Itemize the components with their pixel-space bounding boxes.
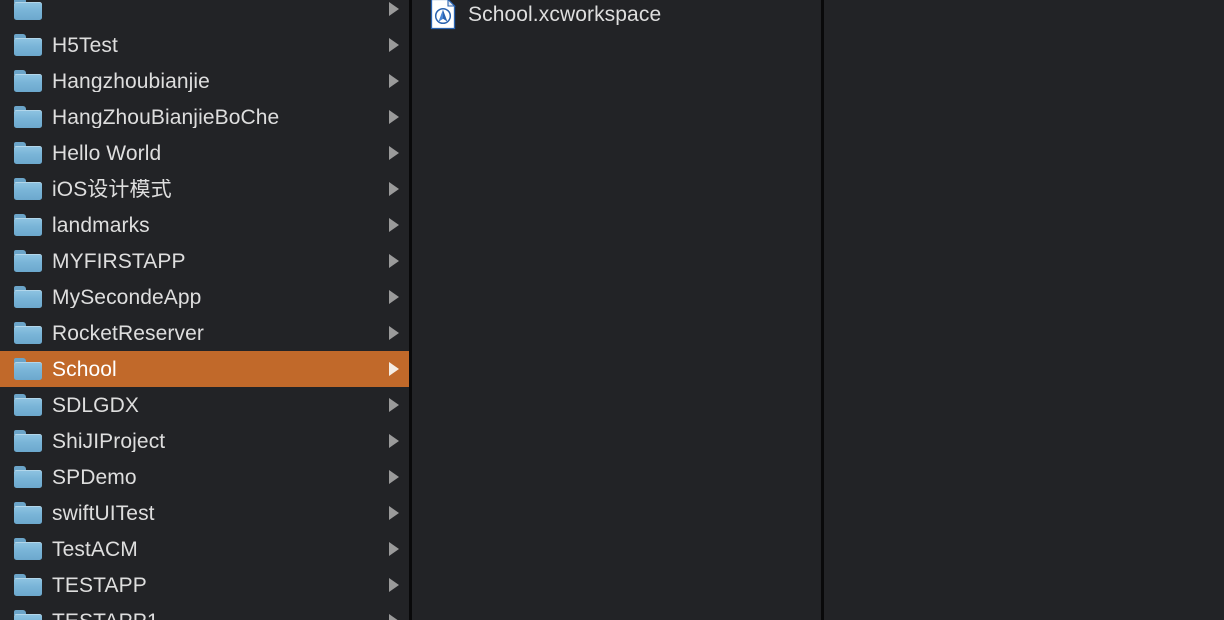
list-item[interactable]: MYFIRSTAPP: [0, 243, 409, 279]
folder-icon: [14, 178, 42, 200]
folder-icon: [14, 106, 42, 128]
list-item[interactable]: iOS设计模式: [0, 171, 409, 207]
chevron-right-icon[interactable]: [389, 434, 399, 448]
folder-icon: [14, 538, 42, 560]
folder-icon: [14, 250, 42, 272]
list-item-label: iOS设计模式: [52, 178, 172, 200]
xcode-workspace-icon: [430, 0, 456, 30]
finder-column-folders[interactable]: H5Test Hangzhoubianjie HangZhouBianjieBo…: [0, 0, 409, 620]
folder-list: H5Test Hangzhoubianjie HangZhouBianjieBo…: [0, 0, 409, 620]
list-item[interactable]: [0, 0, 409, 27]
list-item-label: MySecondeApp: [52, 286, 202, 308]
list-item[interactable]: TestACM: [0, 531, 409, 567]
folder-icon: [14, 322, 42, 344]
list-item-label: HangZhouBianjieBoChe: [52, 106, 280, 128]
list-item-label: H5Test: [52, 34, 118, 56]
finder-column-contents[interactable]: School.xcworkspace: [412, 0, 821, 620]
folder-icon: [14, 610, 42, 620]
list-item-label: School.xcworkspace: [468, 3, 662, 25]
chevron-right-icon[interactable]: [389, 578, 399, 592]
chevron-right-icon[interactable]: [389, 254, 399, 268]
chevron-right-icon[interactable]: [389, 290, 399, 304]
list-item[interactable]: MySecondeApp: [0, 279, 409, 315]
folder-icon: [14, 142, 42, 164]
list-item[interactable]: TESTAPP: [0, 567, 409, 603]
chevron-right-icon[interactable]: [389, 146, 399, 160]
list-item-label: TESTAPP: [52, 574, 147, 596]
chevron-right-icon[interactable]: [389, 362, 399, 376]
chevron-right-icon[interactable]: [389, 470, 399, 484]
folder-icon: [14, 214, 42, 236]
list-item[interactable]: ShiJIProject: [0, 423, 409, 459]
list-item-label: SPDemo: [52, 466, 137, 488]
list-item-label: Hangzhoubianjie: [52, 70, 210, 92]
list-item[interactable]: HangZhouBianjieBoChe: [0, 99, 409, 135]
finder-window: H5Test Hangzhoubianjie HangZhouBianjieBo…: [0, 0, 1224, 620]
chevron-right-icon[interactable]: [389, 2, 399, 16]
list-item[interactable]: School.xcworkspace: [412, 0, 821, 34]
folder-icon: [14, 70, 42, 92]
list-item[interactable]: TESTAPP1: [0, 603, 409, 620]
list-item[interactable]: SDLGDX: [0, 387, 409, 423]
folder-icon: [14, 358, 42, 380]
list-item[interactable]: landmarks: [0, 207, 409, 243]
list-item-label: swiftUITest: [52, 502, 155, 524]
folder-icon: [14, 466, 42, 488]
list-item-label: TestACM: [52, 538, 138, 560]
folder-icon: [14, 34, 42, 56]
chevron-right-icon[interactable]: [389, 38, 399, 52]
contents-list: School.xcworkspace: [412, 0, 821, 34]
list-item-selected[interactable]: School: [0, 351, 409, 387]
chevron-right-icon[interactable]: [389, 614, 399, 620]
chevron-right-icon[interactable]: [389, 110, 399, 124]
chevron-right-icon[interactable]: [389, 74, 399, 88]
list-item-label: landmarks: [52, 214, 150, 236]
list-item-label: School: [52, 358, 117, 380]
chevron-right-icon[interactable]: [389, 542, 399, 556]
folder-icon: [14, 574, 42, 596]
list-item-label: SDLGDX: [52, 394, 139, 416]
chevron-right-icon[interactable]: [389, 398, 399, 412]
finder-column-preview[interactable]: [824, 0, 1224, 620]
list-item[interactable]: Hello World: [0, 135, 409, 171]
folder-icon: [14, 430, 42, 452]
list-item-label: TESTAPP1: [52, 611, 159, 620]
list-item-label: ShiJIProject: [52, 430, 166, 452]
list-item-label: Hello World: [52, 142, 162, 164]
folder-icon: [14, 394, 42, 416]
list-item[interactable]: SPDemo: [0, 459, 409, 495]
list-item-label: MYFIRSTAPP: [52, 250, 186, 272]
chevron-right-icon[interactable]: [389, 326, 399, 340]
list-item-label: RocketReserver: [52, 322, 204, 344]
list-item[interactable]: Hangzhoubianjie: [0, 63, 409, 99]
chevron-right-icon[interactable]: [389, 506, 399, 520]
chevron-right-icon[interactable]: [389, 218, 399, 232]
folder-icon: [14, 502, 42, 524]
list-item[interactable]: RocketReserver: [0, 315, 409, 351]
folder-icon: [14, 0, 42, 20]
list-item[interactable]: swiftUITest: [0, 495, 409, 531]
folder-icon: [14, 286, 42, 308]
list-item[interactable]: H5Test: [0, 27, 409, 63]
chevron-right-icon[interactable]: [389, 182, 399, 196]
